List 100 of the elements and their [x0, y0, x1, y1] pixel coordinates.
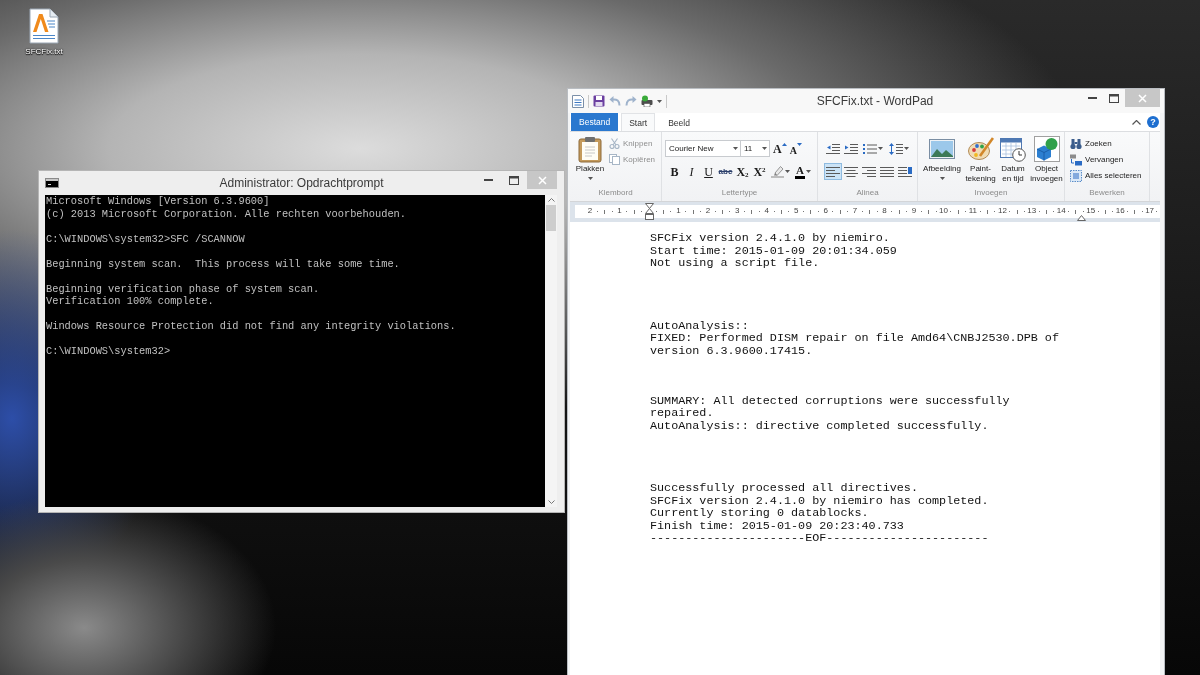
ruler-number: 16 — [1114, 206, 1126, 216]
ruler-number: 13 — [1026, 206, 1038, 216]
scrollbar-thumb[interactable] — [546, 205, 556, 231]
palette-icon — [967, 136, 994, 162]
chevron-up-icon[interactable] — [1132, 119, 1141, 125]
shrink-font-button[interactable]: A — [789, 140, 802, 157]
select-all-icon — [1070, 169, 1082, 182]
font-color-button[interactable]: A — [792, 163, 814, 180]
picture-icon — [929, 136, 955, 162]
ruler-number: 7 — [851, 206, 859, 216]
chevron-down-icon[interactable] — [547, 500, 555, 504]
file-name[interactable]: SFCFix.txt — [25, 47, 63, 57]
ruler-number: 11 — [967, 206, 979, 216]
window-title: SFCFix.txt - WordPad — [815, 94, 934, 108]
highlighter-icon — [770, 165, 784, 178]
bold-button[interactable]: B — [666, 163, 683, 180]
document-paragraph: Finish time: 2015-01-09 20:23:40.733 — [650, 519, 904, 532]
ribbon-tab[interactable]: Start — [621, 113, 656, 131]
replace-button[interactable]: Vervangen — [1070, 153, 1149, 166]
scrollbar[interactable] — [545, 195, 557, 507]
help-button[interactable]: ? — [1147, 116, 1159, 128]
console-line: C:\WINDOWS\system32>SFC /SCANNOW — [46, 232, 245, 245]
save-icon[interactable] — [593, 95, 605, 107]
paste-button[interactable]: Plakken — [572, 136, 608, 187]
document-paragraph: AutoAnalysis:: — [650, 319, 749, 332]
document-paragraph: Currently storing 0 datablocks. — [650, 507, 869, 520]
group-label: Invoegen — [974, 187, 1008, 199]
document-paragraph: Successfully processed all directives. — [650, 482, 918, 495]
select-all-button[interactable]: Alles selecteren — [1070, 169, 1149, 182]
document-paragraph: FIXED: Performed DISM repair on file Amd64\CNBJ2530.DPB of version 6.3.9600.17415. — [650, 332, 1060, 357]
maximize-icon — [1109, 93, 1119, 103]
console-line: Windows Resource Protection did not find any integrity violations. — [46, 320, 456, 333]
document-paragraph: SUMMARY: All detected corruptions were successfully repaired. — [650, 394, 1011, 420]
align-center-icon — [844, 165, 858, 178]
caret-icon — [762, 147, 767, 150]
calendar-clock-icon — [1000, 136, 1026, 162]
close-icon — [537, 175, 547, 185]
close-icon — [1138, 93, 1147, 103]
triangle-down-icon — [796, 143, 802, 146]
triangle-up-icon — [781, 143, 787, 146]
ruler-number: 2 — [704, 206, 712, 216]
ruler-number: 6 — [822, 206, 829, 216]
strikethrough-button[interactable]: abc — [717, 163, 734, 180]
group-label: Lettertype — [721, 187, 758, 199]
find-button[interactable]: Zoeken — [1070, 137, 1149, 150]
document-paragraph: ----------------------EOF----------------------- — [650, 532, 989, 545]
window-title: Administrator: Opdrachtprompt — [219, 175, 384, 190]
font-name-dropdown[interactable]: Courier New — [665, 140, 741, 157]
console-line: Verification 100% complete. — [46, 295, 214, 308]
paragraph-settings-icon — [898, 165, 912, 178]
console-line: C:\WINDOWS\system32> — [46, 345, 171, 358]
insert-object-button[interactable]: Object invoegen — [1029, 136, 1064, 187]
align-left-button[interactable] — [824, 163, 842, 180]
justify-icon — [880, 165, 894, 178]
indent-marker-icon[interactable] — [645, 203, 654, 220]
grow-font-button[interactable]: A — [773, 140, 787, 157]
document-paragraph: AutoAnalysis:: directive completed successfully. — [650, 419, 989, 432]
file-menu-button[interactable]: Bestand — [571, 113, 619, 131]
replace-icon — [1070, 153, 1082, 166]
document-icon[interactable] — [29, 8, 59, 44]
subscript-button[interactable]: X$_{2}$ — [734, 163, 751, 180]
highlight-button[interactable] — [768, 163, 792, 180]
date-time-button[interactable]: Datum en tijd — [997, 136, 1029, 187]
ribbon-tab[interactable]: Beeld — [658, 113, 700, 131]
console-icon[interactable] — [45, 177, 59, 188]
ruler-number: 1 — [616, 206, 623, 216]
ruler-number: 4 — [763, 206, 770, 216]
maximize-icon — [509, 175, 519, 185]
document-icon[interactable] — [572, 94, 584, 108]
ruler-number: 8 — [881, 206, 888, 216]
underline-button[interactable]: U — [700, 163, 717, 180]
clipboard-icon — [578, 136, 602, 163]
printer-icon[interactable] — [641, 95, 653, 107]
ruler-number: 3 — [734, 206, 741, 216]
minimize-icon — [1087, 97, 1097, 99]
paint-drawing-button[interactable]: Paint- tekening — [964, 136, 997, 187]
group-label: Bewerken — [1089, 187, 1125, 199]
scissors-icon — [609, 138, 620, 149]
ruler-number: 17 — [1144, 206, 1156, 216]
ruler-number: 14 — [1055, 206, 1067, 216]
caret-icon[interactable] — [657, 99, 662, 103]
copy-icon — [609, 154, 620, 165]
document-paragraph: SFCFix version 2.4.1.0 by niemiro has completed. — [650, 494, 989, 507]
chevron-up-icon[interactable] — [547, 198, 555, 202]
console-line: Beginning verification phase of system scan. — [46, 282, 320, 295]
document-paragraph: Not using a script file. — [650, 257, 820, 270]
align-right-icon — [862, 165, 876, 178]
superscript-button[interactable]: X$^{2}$ — [751, 163, 768, 180]
bullet-list-icon — [863, 142, 877, 155]
console-line: Microsoft Windows [Version 6.3.9600] — [46, 195, 270, 208]
font-size-dropdown[interactable]: 11 — [741, 140, 770, 157]
ruler-number: 12 — [996, 206, 1008, 216]
line-spacing-button[interactable] — [886, 140, 912, 157]
group-label: Alinea — [856, 187, 879, 199]
group-label: Klembord — [598, 187, 633, 199]
italic-button[interactable]: I — [683, 163, 700, 180]
picture-button[interactable]: Afbeelding — [920, 136, 964, 187]
line-spacing-icon — [889, 142, 903, 155]
ruler-number: 15 — [1085, 206, 1097, 216]
binoculars-icon — [1070, 137, 1082, 150]
